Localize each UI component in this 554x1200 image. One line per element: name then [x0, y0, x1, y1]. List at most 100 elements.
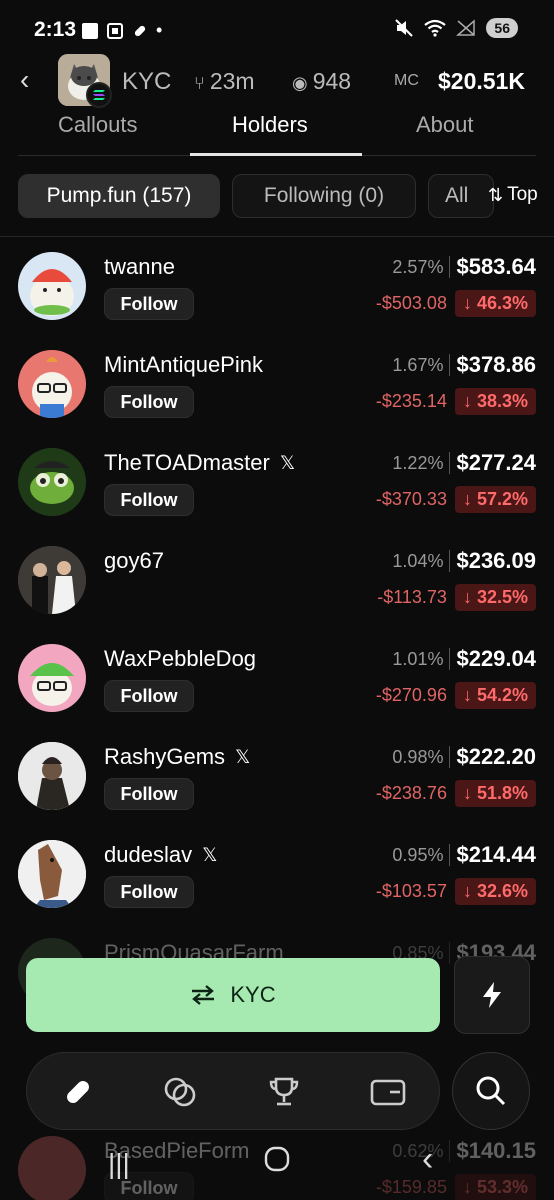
x-verified-icon: 𝕏: [235, 746, 251, 768]
tab-callouts[interactable]: Callouts: [58, 112, 137, 138]
avatar: [18, 644, 86, 712]
eye-icon: ◉: [292, 73, 313, 93]
divider: [449, 844, 451, 866]
holder-row[interactable]: goy67 1.04% $236.09 -$113.73 ↓ 32.5%: [0, 534, 554, 632]
search-button[interactable]: [452, 1052, 530, 1130]
tab-about[interactable]: About: [416, 112, 474, 138]
pnl-percent-badge: ↓ 32.6%: [454, 878, 536, 905]
holder-pnl: -$235.14 ↓ 38.3%: [376, 388, 536, 415]
holder-name[interactable]: TheTOADmaster 𝕏: [104, 450, 295, 476]
holder-row[interactable]: dudeslav 𝕏 Follow 0.95% $214.44 -$103.57 …: [0, 828, 554, 926]
holder-name[interactable]: RashyGems 𝕏: [104, 744, 250, 770]
divider: [449, 550, 451, 572]
holder-pnl: -$270.96 ↓ 54.2%: [376, 682, 536, 709]
avatar: [18, 840, 86, 908]
holder-stats: 0.95% $214.44: [392, 842, 536, 868]
holder-name[interactable]: WaxPebbleDog: [104, 646, 256, 672]
pnl-percent-badge: ↓ 51.8%: [454, 780, 536, 807]
chip-following[interactable]: Following (0): [232, 174, 416, 218]
holding-percent: 1.22%: [392, 452, 444, 473]
holder-stats: 0.98% $222.20: [392, 744, 536, 770]
holding-percent: 0.95%: [392, 844, 444, 865]
holder-name[interactable]: dudeslav 𝕏: [104, 842, 217, 868]
follow-button[interactable]: Follow: [104, 484, 194, 516]
follow-button[interactable]: Follow: [104, 288, 194, 320]
divider: [0, 236, 554, 237]
pnl-percent-badge: ↓ 57.2%: [454, 486, 536, 513]
swap-button[interactable]: KYC: [26, 958, 440, 1032]
avatar: [18, 546, 86, 614]
holder-name[interactable]: MintAntiquePink: [104, 352, 263, 378]
holding-value: $378.86: [456, 352, 536, 377]
holder-name-text: TheTOADmaster: [104, 450, 270, 475]
holder-pnl: -$238.76 ↓ 51.8%: [376, 780, 536, 807]
pnl-amount: -$270.96: [375, 685, 447, 705]
chip-all[interactable]: All: [428, 174, 494, 218]
holder-name-text: WaxPebbleDog: [104, 646, 257, 671]
token-views: ◉ 948: [292, 68, 351, 95]
holder-row[interactable]: MintAntiquePink Follow 1.67% $378.86 -$2…: [0, 338, 554, 436]
nav-trophy[interactable]: [265, 1073, 303, 1111]
holder-stats: 2.57% $583.64: [392, 254, 536, 280]
holder-pnl: -$103.57 ↓ 32.6%: [376, 878, 536, 905]
x-verified-icon: 𝕏: [202, 844, 218, 866]
divider: [449, 746, 451, 768]
holding-percent: 1.01%: [392, 648, 444, 669]
mute-icon: [395, 19, 414, 37]
holder-row[interactable]: TheTOADmaster 𝕏 Follow 1.22% $277.24 -$37…: [0, 436, 554, 534]
pnl-amount: -$235.14: [375, 391, 447, 411]
tab-holders[interactable]: Holders: [232, 112, 308, 138]
sort-label: Top: [507, 184, 538, 205]
bottom-nav: [26, 1052, 440, 1130]
recent-apps-icon[interactable]: |||: [108, 1148, 130, 1180]
holder-name[interactable]: twanne: [104, 254, 175, 280]
holder-row[interactable]: WaxPebbleDog Follow 1.01% $229.04 -$270.…: [0, 632, 554, 730]
avatar: [18, 742, 86, 810]
sprout-icon: ⑂: [194, 73, 210, 93]
holder-stats: 1.01% $229.04: [392, 646, 536, 672]
tab-bar: Callouts Holders About: [18, 108, 536, 156]
system-status-icons: 56: [394, 18, 518, 38]
nav-circles[interactable]: [161, 1073, 199, 1111]
notification-square-icon: [82, 22, 98, 39]
holder-stats: 1.22% $277.24: [392, 450, 536, 476]
pnl-percent-badge: ↓ 46.3%: [454, 290, 536, 317]
pnl-percent-badge: ↓ 54.2%: [454, 682, 536, 709]
active-tab-indicator: [190, 153, 362, 156]
holder-pnl: -$113.73 ↓ 32.5%: [377, 584, 536, 611]
nav-wallet[interactable]: [369, 1073, 407, 1111]
trophy-icon: [269, 1077, 299, 1106]
solana-badge-icon: [86, 82, 112, 108]
holder-name-text: dudeslav: [104, 842, 193, 867]
holder-row[interactable]: RashyGems 𝕏 Follow 0.98% $222.20 -$238.76…: [0, 730, 554, 828]
quick-buy-button[interactable]: [454, 956, 530, 1034]
holder-name-text: twanne: [104, 254, 175, 279]
holder-name-text: goy67: [104, 548, 164, 573]
follow-button[interactable]: Follow: [104, 876, 194, 908]
holder-row[interactable]: twanne Follow 2.57% $583.64 -$503.08 ↓ 4…: [0, 240, 554, 338]
follow-button[interactable]: Follow: [104, 778, 194, 810]
divider: [449, 256, 451, 278]
holding-value: $214.44: [456, 842, 536, 867]
holding-percent: 0.98%: [392, 746, 444, 767]
dot-icon: •: [156, 20, 163, 40]
pnl-amount: -$113.73: [377, 587, 447, 607]
chip-pumpfun[interactable]: Pump.fun (157): [18, 174, 220, 218]
home-icon[interactable]: [264, 1146, 290, 1177]
follow-button[interactable]: Follow: [104, 386, 194, 418]
back-nav-icon[interactable]: ‹: [422, 1140, 433, 1179]
nav-pill[interactable]: [59, 1073, 97, 1111]
battery-indicator: 56: [486, 18, 518, 38]
screenshot-icon: [107, 22, 123, 39]
pnl-amount: -$370.33: [375, 489, 447, 509]
pnl-percent-badge: ↓ 32.5%: [454, 584, 536, 611]
follow-button[interactable]: Follow: [104, 680, 194, 712]
lightning-icon: [483, 982, 501, 1008]
back-icon[interactable]: ‹: [20, 64, 29, 96]
sort-control[interactable]: ⇅ Top: [488, 184, 538, 206]
token-age: ⑂ 23m: [194, 68, 255, 95]
mc-value: $20.51K: [438, 68, 525, 94]
overlap-circles-icon: [164, 1077, 196, 1107]
mc-label: MC: [394, 72, 419, 89]
holder-name[interactable]: goy67: [104, 548, 164, 574]
